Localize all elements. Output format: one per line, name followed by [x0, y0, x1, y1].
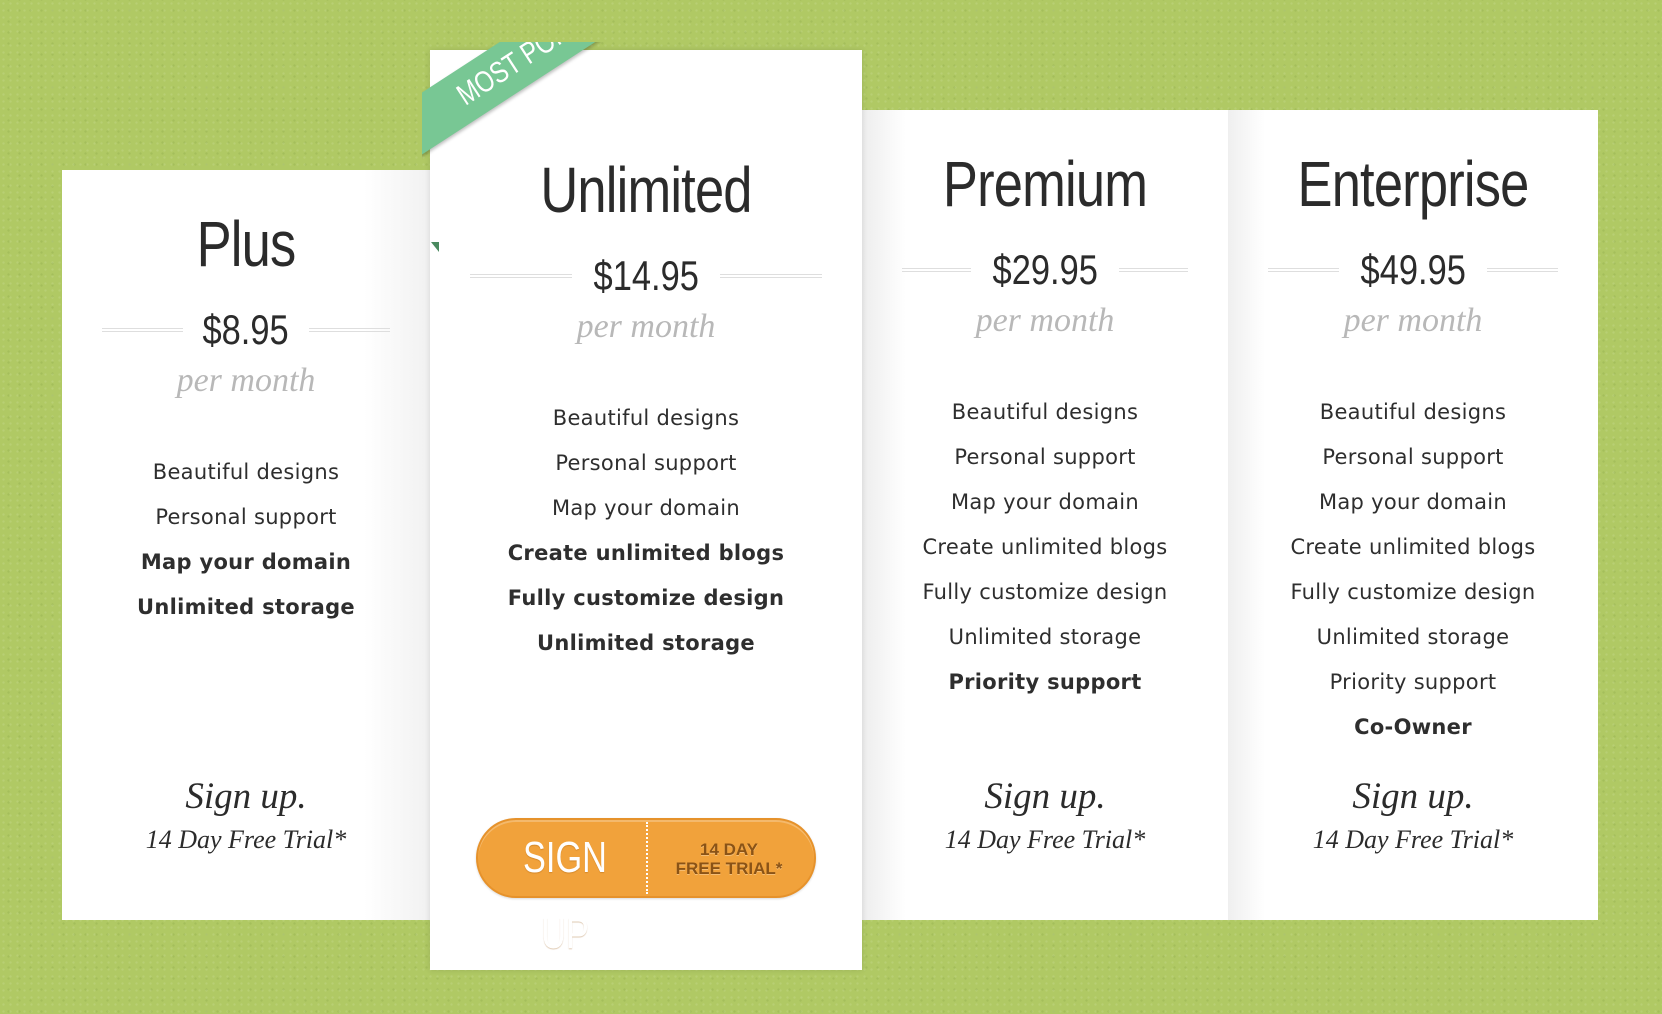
feature-list: Beautiful designs Personal support Map y…: [1228, 390, 1598, 750]
most-popular-ribbon: MOST POPULAR: [422, 42, 689, 156]
feature-item: Beautiful designs: [552, 406, 740, 430]
signup-button[interactable]: SIGN UP 14 DAY FREE TRIAL*: [476, 818, 816, 958]
price-rule-right: [308, 328, 391, 332]
price-rule-left: [102, 328, 184, 332]
feature-list: Beautiful designs Personal support Map y…: [862, 390, 1228, 705]
pricing-card-enterprise: Enterprise $49.95 per month Beautiful de…: [1228, 110, 1598, 920]
plan-period: per month: [975, 302, 1115, 339]
feature-item: Fully customize design: [507, 586, 785, 610]
price-rule-left: [902, 268, 971, 272]
trial-note: 14 Day Free Trial*: [145, 825, 347, 854]
price-rule-right: [720, 274, 822, 278]
plan-name: Premium: [942, 148, 1148, 220]
feature-item: Create unlimited blogs: [507, 541, 785, 565]
plan-period: per month: [176, 362, 316, 399]
trial-badge: 14 DAY FREE TRIAL*: [654, 840, 804, 878]
feature-item: Map your domain: [140, 550, 352, 574]
feature-item: Unlimited storage: [537, 631, 755, 655]
trial-note: 14 Day Free Trial*: [1312, 825, 1514, 854]
feature-item: Beautiful designs: [152, 460, 340, 484]
feature-item: Beautiful designs: [1319, 400, 1507, 424]
plan-price: $49.95: [1360, 246, 1466, 293]
feature-item: Map your domain: [1318, 490, 1508, 514]
feature-item: Personal support: [1322, 445, 1504, 469]
feature-item: Unlimited storage: [948, 625, 1142, 649]
feature-item: Personal support: [954, 445, 1136, 469]
price-row: $8.95: [102, 306, 391, 353]
feature-item: Map your domain: [551, 496, 741, 520]
trial-note: 14 Day Free Trial*: [944, 825, 1146, 854]
signup-link[interactable]: Sign up.: [862, 775, 1228, 818]
feature-list: Beautiful designs Personal support Map y…: [430, 396, 862, 666]
signup-link[interactable]: Sign up.: [62, 775, 430, 818]
signup-button-label: SIGN UP: [523, 833, 607, 958]
plan-name: Enterprise: [1297, 148, 1530, 220]
feature-item: Unlimited storage: [1316, 625, 1510, 649]
feature-item: Fully customize design: [1290, 580, 1536, 604]
signup-link[interactable]: Sign up.: [1228, 775, 1598, 818]
feature-item: Co-Owner: [1354, 715, 1472, 739]
feature-item: Personal support: [555, 451, 737, 475]
price-rule-left: [1268, 268, 1339, 272]
price-rule-right: [1487, 268, 1558, 272]
button-divider: [646, 822, 648, 894]
pricing-card-premium: Premium $29.95 per month Beautiful desig…: [862, 110, 1228, 920]
plan-price: $8.95: [202, 306, 290, 353]
feature-item: Priority support: [948, 670, 1142, 694]
price-row: $29.95: [902, 248, 1188, 292]
plan-price: $29.95: [992, 246, 1098, 293]
feature-item: Priority support: [1329, 670, 1497, 694]
pricing-card-plus: Plus $8.95 per month Beautiful designs P…: [62, 170, 430, 920]
trial-badge-line1: 14 DAY: [700, 840, 758, 859]
feature-item: Fully customize design: [922, 580, 1168, 604]
feature-item: Unlimited storage: [137, 595, 355, 619]
price-rule-left: [470, 274, 572, 278]
trial-badge-line2: FREE TRIAL*: [675, 859, 783, 878]
feature-item: Create unlimited blogs: [922, 535, 1168, 559]
price-rule-right: [1119, 268, 1188, 272]
plan-price: $14.95: [593, 252, 699, 299]
feature-item: Create unlimited blogs: [1290, 535, 1536, 559]
feature-item: Beautiful designs: [951, 400, 1139, 424]
price-row: $14.95: [470, 254, 822, 298]
feature-item: Personal support: [155, 505, 337, 529]
price-row: $49.95: [1268, 248, 1558, 292]
pricing-card-unlimited: MOST POPULAR Unlimited $14.95 per month …: [422, 42, 862, 970]
ribbon-fold: [431, 242, 439, 252]
feature-item: Map your domain: [950, 490, 1140, 514]
plan-period: per month: [576, 308, 716, 345]
plan-period: per month: [1343, 302, 1483, 339]
plan-name: Plus: [196, 208, 297, 280]
feature-list: Beautiful designs Personal support Map y…: [62, 450, 430, 630]
ribbon-container: MOST POPULAR: [422, 42, 722, 242]
